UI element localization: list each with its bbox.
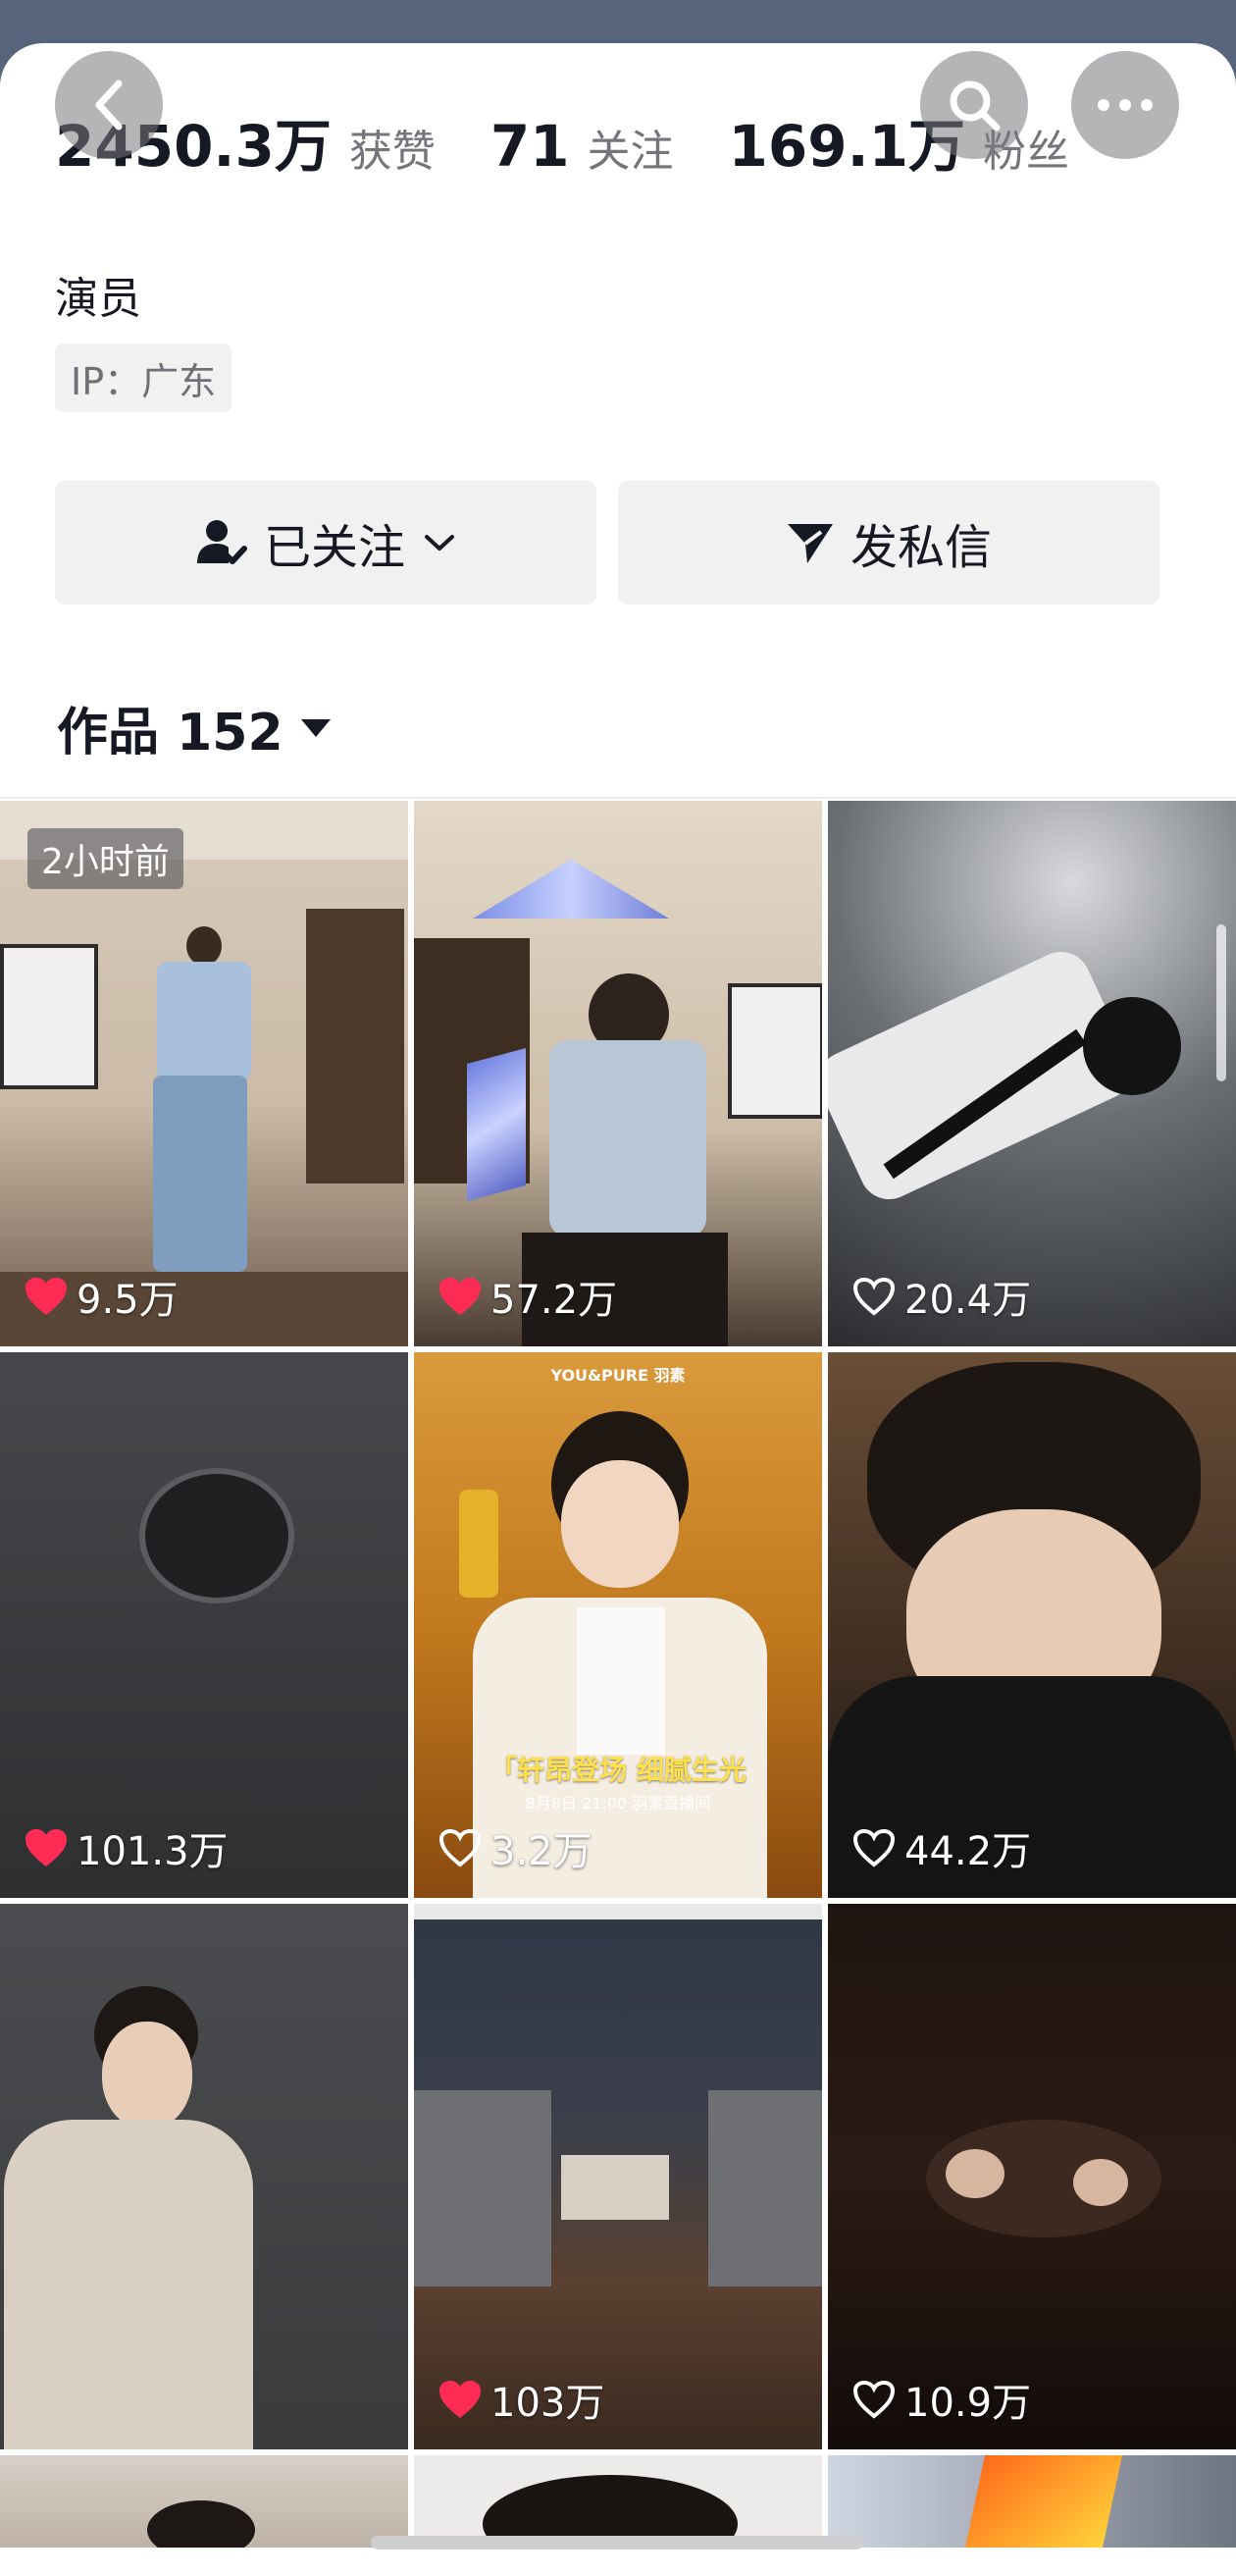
like-count: 3.2万 xyxy=(438,1819,592,1876)
heart-icon xyxy=(26,1278,67,1315)
video-thumbnail[interactable]: 101.3万 xyxy=(0,1352,408,1898)
like-count: 101.3万 xyxy=(24,1819,229,1876)
video-thumbnail[interactable] xyxy=(828,2455,1236,2548)
heart-icon xyxy=(439,2381,481,2418)
heart-icon xyxy=(438,1828,482,1867)
follow-button[interactable]: 已关注 xyxy=(55,481,596,605)
like-count-value: 9.5万 xyxy=(77,1278,179,1323)
follow-label: 已关注 xyxy=(263,520,405,575)
video-thumbnail[interactable] xyxy=(0,1904,408,2449)
works-tab[interactable]: 作品 152 xyxy=(57,691,333,764)
more-button[interactable] xyxy=(1071,51,1179,159)
more-icon xyxy=(1098,99,1153,111)
chevron-down-icon xyxy=(425,535,454,551)
likes-label: 获赞 xyxy=(348,127,436,177)
video-thumbnail[interactable]: 20.4万 xyxy=(828,801,1236,1346)
ad-brand: YOU&PURE 羽素 xyxy=(550,1366,686,1385)
follow-user-icon xyxy=(196,520,247,564)
like-count: 44.2万 xyxy=(851,1819,1031,1876)
like-count-value: 20.4万 xyxy=(904,1278,1032,1323)
like-count: 20.4万 xyxy=(851,1268,1031,1325)
ad-subline: 8月8日 21:00 羽素直播间 xyxy=(525,1794,711,1813)
message-button[interactable]: 发私信 xyxy=(618,481,1159,605)
video-thumbnail[interactable]: 57.2万 xyxy=(414,801,822,1346)
back-button[interactable] xyxy=(55,51,163,159)
search-button[interactable] xyxy=(920,51,1028,159)
video-grid: 2小时前 9.5万 57.2万 20.4万 101.3万 YOU&PURE 羽素… xyxy=(0,801,1236,2548)
video-thumbnail[interactable]: 44.2万 xyxy=(828,1352,1236,1898)
back-icon xyxy=(95,79,123,131)
like-count: 10.9万 xyxy=(851,2371,1031,2428)
heart-icon xyxy=(852,1828,896,1867)
heart-icon xyxy=(26,1829,67,1866)
message-label: 发私信 xyxy=(850,520,992,575)
scrollbar[interactable] xyxy=(1216,924,1226,1081)
works-title: 作品 152 xyxy=(57,704,283,762)
triangle-down-icon xyxy=(300,718,331,737)
video-thumbnail[interactable]: 2小时前 9.5万 xyxy=(0,801,408,1346)
like-count-value: 10.9万 xyxy=(904,2381,1032,2426)
like-count: 57.2万 xyxy=(438,1268,617,1325)
profile-sheet: 2450.3万 获赞 71 关注 169.1万 粉丝 演员 IP：广东 已关注 … xyxy=(0,43,1236,2576)
like-count: 9.5万 xyxy=(24,1268,179,1325)
search-icon xyxy=(950,80,1001,131)
heart-icon xyxy=(852,1277,896,1316)
video-thumbnail[interactable]: 10.9万 xyxy=(828,1904,1236,2449)
tab-divider xyxy=(0,797,1236,799)
video-thumbnail[interactable]: YOU&PURE 羽素 「轩昂登场 细腻生光 8月8日 21:00 羽素直播间 … xyxy=(414,1352,822,1898)
send-icon xyxy=(787,524,833,563)
like-count-value: 101.3万 xyxy=(77,1829,229,1874)
like-count-value: 3.2万 xyxy=(490,1829,592,1874)
time-badge: 2小时前 xyxy=(27,828,183,889)
like-count-value: 103万 xyxy=(490,2381,605,2426)
like-count-value: 44.2万 xyxy=(904,1829,1032,1874)
heart-icon xyxy=(852,2380,896,2419)
home-indicator[interactable] xyxy=(371,2536,863,2550)
video-thumbnail[interactable]: 103万 xyxy=(414,1904,822,2449)
profile-role: 演员 xyxy=(55,274,141,324)
following-label[interactable]: 关注 xyxy=(588,116,674,179)
like-count: 103万 xyxy=(438,2371,604,2428)
like-count-value: 57.2万 xyxy=(490,1278,618,1323)
video-thumbnail[interactable] xyxy=(0,2455,408,2548)
ad-headline: 「轩昂登场 细腻生光 xyxy=(489,1754,747,1786)
following-count[interactable]: 71 xyxy=(490,113,570,180)
heart-icon xyxy=(439,1278,481,1315)
ip-location-chip: IP：广东 xyxy=(55,343,232,412)
video-thumbnail[interactable] xyxy=(414,2455,822,2548)
